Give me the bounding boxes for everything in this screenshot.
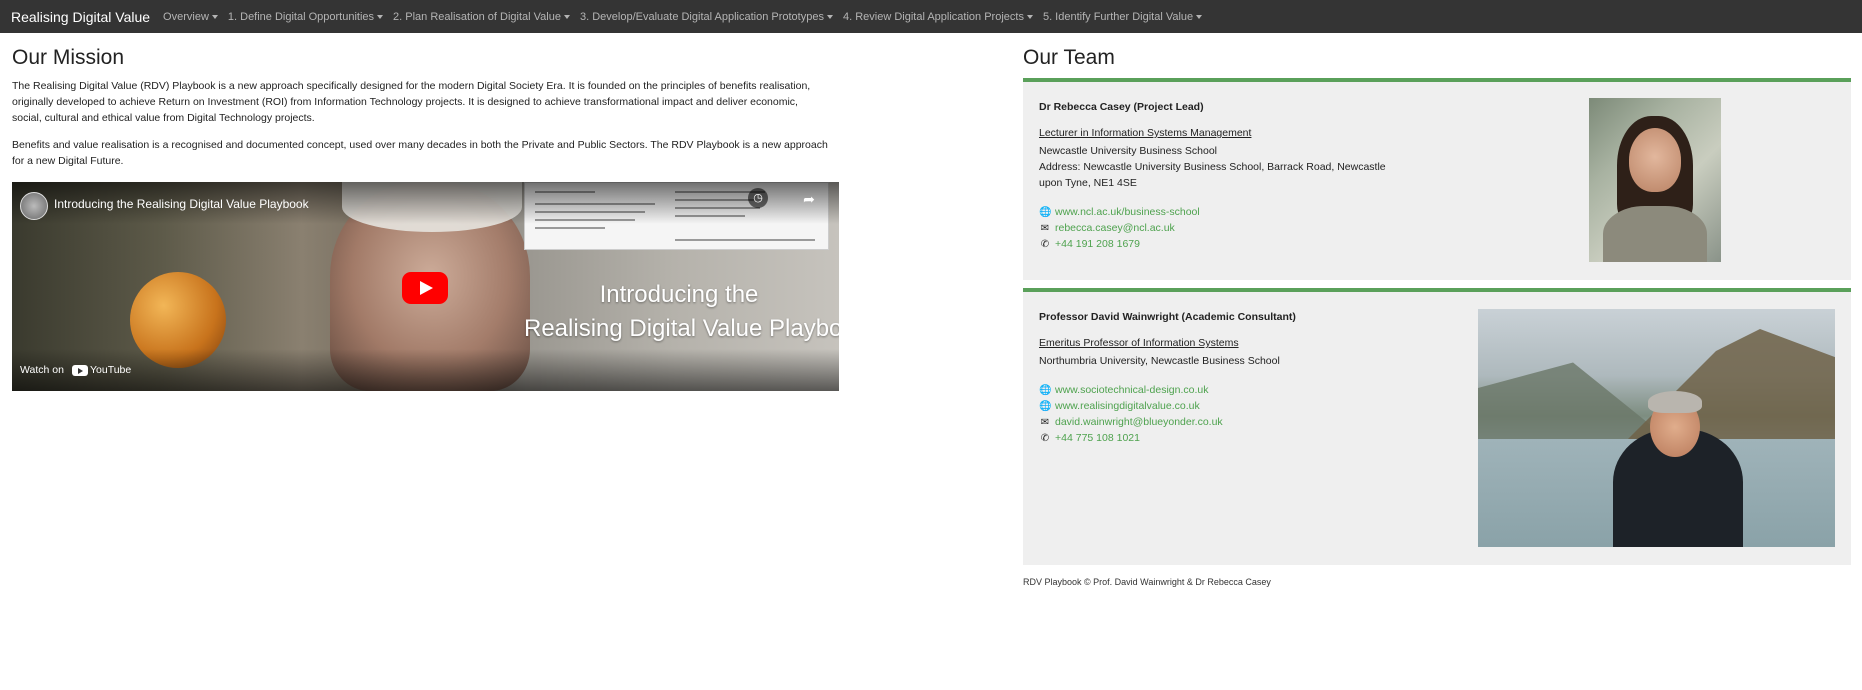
nav-label: 5. Identify Further Digital Value xyxy=(1042,10,1194,23)
brand-link[interactable]: Realising Digital Value xyxy=(11,9,150,25)
email-link[interactable]: david.wainwright@blueyonder.co.uk xyxy=(1055,416,1223,428)
nav-plan-realisation-dropdown[interactable]: 2. Plan Realisation of Digital Value xyxy=(393,11,570,23)
video-title[interactable]: Introducing the Realising Digital Value … xyxy=(54,197,309,211)
youtube-play-icon xyxy=(71,364,88,376)
nav-label: 1. Define Digital Opportunities xyxy=(227,10,375,23)
nav-identify-value-dropdown[interactable]: 5. Identify Further Digital Value xyxy=(1042,10,1203,23)
youtube-logo: YouTube xyxy=(71,364,132,376)
envelope-icon: ✉ xyxy=(1040,222,1050,234)
globe-icon: 🌐 xyxy=(1039,206,1052,218)
youtube-wordmark: YouTube xyxy=(89,364,132,376)
member-contact-links: 🌐 www.sociotechnical-design.co.uk 🌐 www.re… xyxy=(1039,382,1223,446)
david-wainwright-photo xyxy=(1478,309,1835,547)
share-icon[interactable]: ➦ xyxy=(798,188,820,210)
team-section: Our Team Dr Rebecca Casey (Project Lead)… xyxy=(1023,46,1851,565)
email-link[interactable]: rebecca.casey@ncl.ac.uk xyxy=(1055,222,1175,234)
mission-section: Our Mission The Realising Digital Value … xyxy=(12,46,842,180)
website-link[interactable]: www.realisingdigitalvalue.co.uk xyxy=(1055,400,1200,412)
nav-label: 4. Review Digital Application Projects xyxy=(842,10,1024,23)
phone-link[interactable]: +44 191 208 1679 xyxy=(1055,238,1140,250)
member-organisation: Northumbria University, Newcastle Busine… xyxy=(1039,355,1280,367)
member-role: Lecturer in Information Systems Manageme… xyxy=(1039,127,1252,139)
caret-down-icon xyxy=(1196,14,1203,19)
nav-label: 3. Develop/Evaluate Digital Application … xyxy=(579,10,824,23)
mission-paragraph-2: Benefits and value realisation is a reco… xyxy=(12,139,828,167)
phone-link[interactable]: +44 775 108 1021 xyxy=(1055,432,1140,444)
watch-on-youtube-button[interactable]: Watch on YouTube xyxy=(20,364,131,376)
rebecca-casey-photo xyxy=(1589,98,1721,262)
watch-on-label: Watch on xyxy=(20,364,64,376)
caret-down-icon xyxy=(826,14,833,19)
caret-down-icon xyxy=(563,14,570,19)
video-bottom-shade xyxy=(12,349,839,391)
top-navbar: Realising Digital Value Overview 1. Defi… xyxy=(0,0,1862,33)
nav-develop-prototypes-dropdown[interactable]: 3. Develop/Evaluate Digital Application … xyxy=(580,11,833,23)
team-title: Our Team xyxy=(1023,46,1115,69)
team-member-card: Professor David Wainwright (Academic Con… xyxy=(1023,288,1851,565)
nav-label: Overview xyxy=(163,10,209,23)
footer-copyright: RDV Playbook © Prof. David Wainwright & … xyxy=(1023,577,1271,587)
member-contact-links: 🌐 www.ncl.ac.uk/business-school ✉ rebecca.… xyxy=(1039,204,1200,252)
envelope-icon: ✉ xyxy=(1040,416,1050,428)
website-link[interactable]: www.sociotechnical-design.co.uk xyxy=(1055,384,1209,396)
video-overlay-title: Introducing the Realising Digital Value … xyxy=(524,278,839,346)
watch-later-icon[interactable]: ◷ xyxy=(748,188,768,208)
team-member-card: Dr Rebecca Casey (Project Lead) Lecturer… xyxy=(1023,78,1851,280)
member-organisation: Newcastle University Business School xyxy=(1039,145,1217,157)
member-role: Emeritus Professor of Information System… xyxy=(1039,337,1239,349)
nav-define-opportunities-dropdown[interactable]: 1. Define Digital Opportunities xyxy=(227,10,384,23)
member-address: Address: Newcastle University Business S… xyxy=(1039,161,1386,189)
phone-icon: ✆ xyxy=(1040,432,1050,444)
nav-label: 2. Plan Realisation of Digital Value xyxy=(393,10,561,23)
youtube-video-embed[interactable]: Introducing the Realising Digital Value … xyxy=(12,182,839,391)
member-details: Northumbria University, Newcastle Busine… xyxy=(1039,353,1409,369)
mission-paragraph-1: The Realising Digital Value (RDV) Playbo… xyxy=(12,80,811,124)
phone-icon: ✆ xyxy=(1040,238,1050,250)
video-overlay-line-1: Introducing the xyxy=(599,281,759,308)
nav-overview-dropdown[interactable]: Overview xyxy=(163,11,218,23)
channel-avatar[interactable] xyxy=(20,192,48,220)
globe-icon: 🌐 xyxy=(1039,384,1052,396)
member-details: Newcastle University Business School Add… xyxy=(1039,143,1409,191)
caret-down-icon xyxy=(211,14,218,19)
nav-review-projects-dropdown[interactable]: 4. Review Digital Application Projects xyxy=(843,11,1033,23)
website-link[interactable]: www.ncl.ac.uk/business-school xyxy=(1055,206,1200,218)
member-name: Dr Rebecca Casey (Project Lead) xyxy=(1039,101,1204,113)
play-button[interactable] xyxy=(402,272,448,304)
mission-title: Our Mission xyxy=(12,46,125,69)
caret-down-icon xyxy=(377,14,384,19)
globe-icon: 🌐 xyxy=(1039,400,1052,412)
video-overlay-line-2: Realising Digital Value Playbook xyxy=(524,315,839,342)
member-name: Professor David Wainwright (Academic Con… xyxy=(1039,311,1296,323)
caret-down-icon xyxy=(1026,14,1033,19)
